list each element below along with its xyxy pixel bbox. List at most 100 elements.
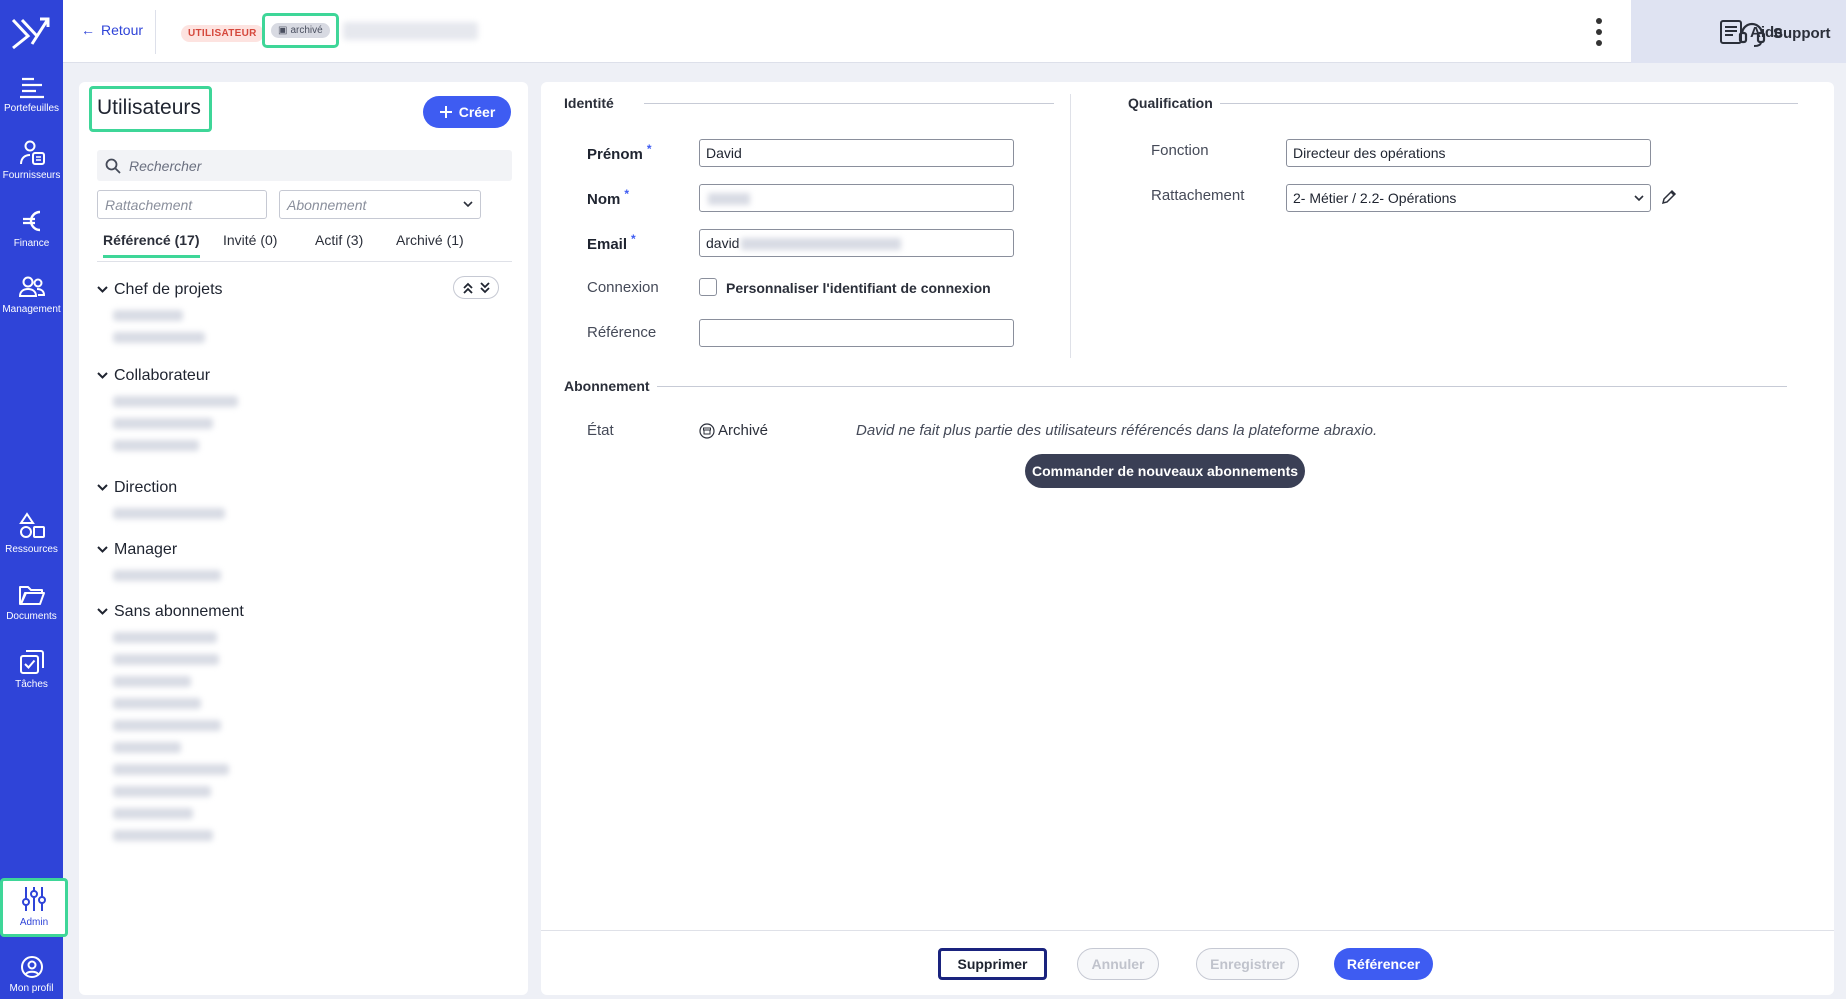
lastname-field[interactable] — [699, 184, 1014, 212]
reference-button[interactable]: Référencer — [1334, 948, 1433, 980]
back-label: Retour — [101, 22, 144, 38]
group-header[interactable]: Sans abonnement — [97, 603, 244, 621]
qualification-section-title: Qualification — [1128, 95, 1213, 111]
sidebar-item-fournisseurs[interactable]: Fournisseurs — [0, 140, 63, 181]
folder-icon — [18, 586, 45, 605]
sidebar-item-mon-profil[interactable]: Mon profil — [0, 955, 63, 994]
back-link[interactable]: ← Retour — [81, 22, 143, 38]
list-item[interactable] — [113, 720, 221, 731]
list-item[interactable] — [113, 676, 191, 687]
group-name: Direction — [114, 479, 178, 496]
delete-button[interactable]: Supprimer — [938, 948, 1047, 980]
search-icon — [105, 158, 121, 174]
abonnement-filter-placeholder: Abonnement — [287, 196, 367, 213]
group-header[interactable]: Direction — [97, 479, 225, 497]
save-button[interactable]: Enregistrer — [1196, 948, 1299, 980]
people-icon — [18, 276, 45, 297]
header-divider — [155, 10, 156, 54]
chevron-down-icon — [97, 546, 108, 553]
tab-reference[interactable]: Référencé (17) — [103, 232, 200, 258]
user-group: Collaborateur — [97, 367, 238, 451]
tab-invite[interactable]: Invité (0) — [223, 232, 277, 255]
sidebar-item-finance[interactable]: Finance — [0, 208, 63, 249]
create-user-button[interactable]: Créer — [423, 96, 511, 128]
portfolio-icon — [19, 77, 44, 99]
list-item[interactable] — [113, 654, 219, 665]
list-item[interactable] — [113, 310, 183, 321]
reference-field[interactable] — [699, 319, 1014, 347]
sidebar-item-documents[interactable]: Documents — [0, 583, 63, 622]
list-item[interactable] — [113, 396, 238, 407]
email-label-text: Email — [587, 236, 628, 253]
sidebar-item-portefeuilles[interactable]: Portefeuilles — [0, 75, 63, 114]
rattachement-value: 2- Métier / 2.2- Opérations — [1293, 190, 1457, 206]
list-item[interactable] — [113, 808, 193, 819]
list-item[interactable] — [113, 632, 217, 643]
tab-actif[interactable]: Actif (3) — [315, 232, 363, 255]
chevron-down-icon — [97, 608, 108, 615]
email-value: david — [706, 235, 740, 251]
list-item[interactable] — [113, 698, 201, 709]
archive-icon: ▣ — [278, 25, 288, 36]
firstname-label: Prénom * — [587, 142, 652, 163]
chevron-down-icon — [97, 286, 108, 293]
list-item[interactable] — [113, 332, 205, 343]
sidebar-item-admin[interactable]: Admin — [0, 878, 68, 937]
sidebar: Portefeuilles Fournisseurs Finance Manag… — [0, 0, 68, 999]
collapse-all-icon[interactable] — [462, 282, 474, 294]
list-item[interactable] — [113, 508, 225, 519]
sidebar-item-label: Documents — [6, 611, 57, 622]
cancel-button[interactable]: Annuler — [1077, 948, 1159, 980]
order-subscriptions-button[interactable]: Commander de nouveaux abonnements — [1025, 454, 1305, 488]
fonction-label: Fonction — [1151, 142, 1209, 159]
reference-label: Référence — [587, 324, 657, 341]
group-header[interactable]: Manager — [97, 541, 221, 559]
subscription-section-title: Abonnement — [564, 378, 650, 394]
email-field[interactable]: david — [699, 229, 1014, 257]
fonction-field[interactable]: Directeur des opérations — [1286, 139, 1651, 167]
status-badge-label: archivé — [290, 25, 323, 36]
user-group: Manager — [97, 541, 221, 581]
chevron-down-icon — [1634, 194, 1644, 201]
abonnement-filter[interactable]: Abonnement — [279, 190, 481, 219]
list-item[interactable] — [113, 830, 213, 841]
email-label: Email * — [587, 232, 636, 253]
chevron-down-icon — [97, 372, 108, 379]
app-logo-icon[interactable] — [10, 14, 52, 50]
firstname-field[interactable]: David — [699, 139, 1014, 167]
section-divider — [657, 386, 1787, 387]
list-item[interactable] — [113, 764, 229, 775]
expand-all-icon[interactable] — [479, 281, 491, 294]
sidebar-item-taches[interactable]: Tâches — [0, 649, 63, 690]
list-item[interactable] — [113, 570, 221, 581]
list-item[interactable] — [113, 742, 181, 753]
sidebar-item-label: Ressources — [5, 544, 58, 555]
users-panel: Utilisateurs Créer Rechercher Rattacheme… — [79, 82, 528, 995]
required-mark: * — [624, 187, 630, 201]
tab-archive[interactable]: Archivé (1) — [396, 232, 464, 255]
sidebar-item-ressources[interactable]: Ressources — [0, 512, 63, 555]
create-label: Créer — [458, 104, 496, 120]
group-header[interactable]: Chef de projets — [97, 281, 223, 299]
support-button[interactable]: Support — [1738, 19, 1831, 47]
list-item[interactable] — [113, 440, 199, 451]
list-item[interactable] — [113, 786, 211, 797]
identity-section-title: Identité — [564, 95, 614, 111]
rattachement-select[interactable]: 2- Métier / 2.2- Opérations — [1286, 184, 1651, 212]
footer-divider — [541, 930, 1834, 931]
search-input[interactable]: Rechercher — [97, 150, 512, 181]
sidebar-item-management[interactable]: Management — [0, 276, 63, 315]
suppliers-icon — [19, 140, 45, 165]
rattachement-filter[interactable]: Rattachement — [97, 190, 267, 219]
edit-pencil-icon[interactable] — [1661, 189, 1677, 205]
sidebar-item-label: Tâches — [15, 679, 48, 690]
section-divider — [644, 103, 1054, 104]
list-item[interactable] — [113, 418, 213, 429]
custom-login-checkbox[interactable] — [699, 278, 717, 296]
sidebar-item-label: Admin — [19, 917, 49, 928]
group-name: Manager — [114, 541, 178, 558]
more-options-icon[interactable] — [1593, 16, 1605, 48]
group-header[interactable]: Collaborateur — [97, 367, 238, 385]
chevron-down-icon — [97, 484, 108, 491]
state-note: David ne fait plus partie des utilisateu… — [856, 422, 1378, 439]
